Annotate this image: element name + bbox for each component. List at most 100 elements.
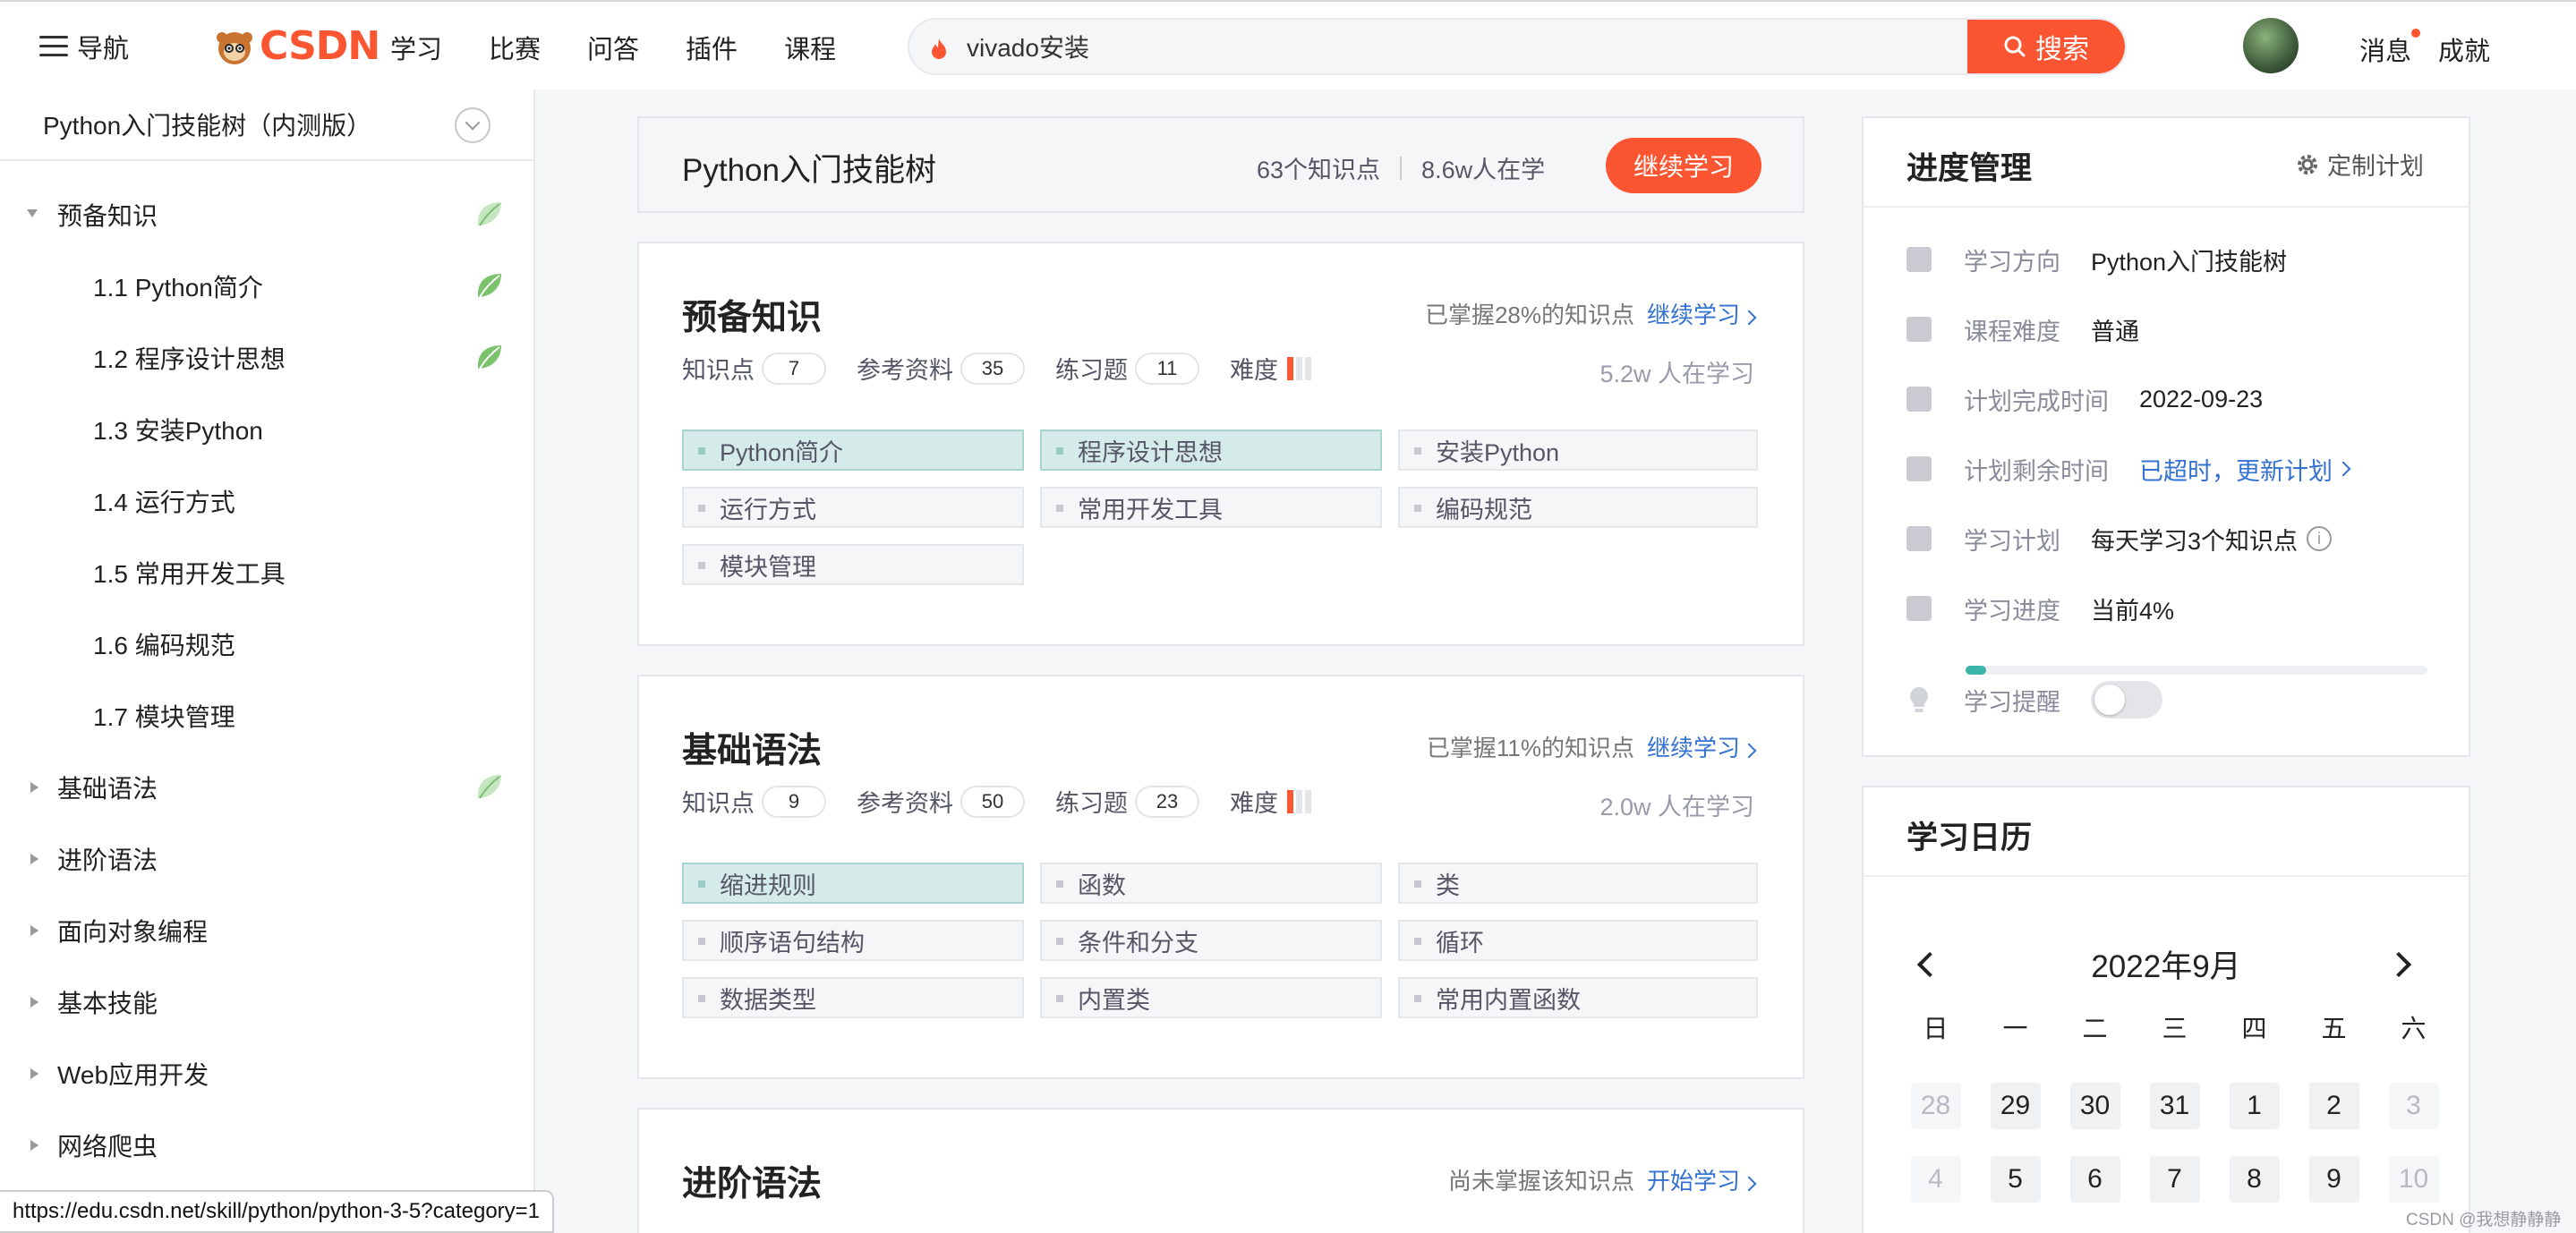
calendar-day[interactable]: 9 <box>2308 1156 2359 1203</box>
knowledge-tag[interactable]: 模块管理 <box>682 544 1024 585</box>
continue-learning-button[interactable]: 继续学习 <box>1606 138 1761 193</box>
collapse-toggle-icon[interactable] <box>455 107 490 143</box>
knowledge-tag[interactable]: 安装Python <box>1398 429 1758 471</box>
update-plan-link[interactable]: 已超时，更新计划 <box>2139 452 2333 487</box>
expand-arrow-icon[interactable] <box>30 782 38 793</box>
expand-arrow-icon[interactable] <box>30 1140 38 1151</box>
knowledge-tag[interactable]: 顺序语句结构 <box>682 920 1024 961</box>
knowledge-tag[interactable]: 缩进规则 <box>682 863 1024 904</box>
expand-arrow-icon[interactable] <box>30 1068 38 1079</box>
tree-item-crawler[interactable]: 网络爬虫 <box>0 1118 533 1172</box>
knowledge-tag[interactable]: 函数 <box>1040 863 1382 904</box>
tree-item-1-6[interactable]: 1.6 编码规范 <box>0 617 533 671</box>
calendar-day[interactable]: 30 <box>2069 1083 2120 1129</box>
row-value: 当前4% <box>2091 597 2175 625</box>
hamburger-icon <box>39 36 68 57</box>
expand-arrow-icon[interactable] <box>27 209 38 217</box>
tree-item-1-4[interactable]: 1.4 运行方式 <box>0 474 533 528</box>
nav-menu-button[interactable]: 导航 <box>39 29 129 64</box>
knowledge-tag[interactable]: 循环 <box>1398 920 1758 961</box>
tree-item-label: 1.5 常用开发工具 <box>93 560 286 588</box>
section-card: 进阶语法 尚未掌握该知识点 开始学习 <box>637 1108 1804 1233</box>
section-action-link[interactable]: 继续学习 <box>1647 735 1740 761</box>
tree-item-1-2[interactable]: 1.2 程序设计思想 <box>0 331 533 385</box>
tree-item-advanced-syntax[interactable]: 进阶语法 <box>0 832 533 886</box>
progress-panel: 进度管理 定制计划 学习方向 Python入门技能树 课程难度 普通 计划完成时… <box>1862 116 2470 757</box>
chevron-right-icon <box>2335 461 2351 477</box>
chevron-right-icon <box>1741 743 1757 759</box>
search-icon <box>2004 36 2026 57</box>
expand-arrow-icon[interactable] <box>30 854 38 864</box>
user-avatar[interactable] <box>2243 18 2299 73</box>
tree-item-prep[interactable]: 预备知识 <box>0 188 533 242</box>
knowledge-tag[interactable]: 常用内置函数 <box>1398 977 1758 1018</box>
tree-item-web-dev[interactable]: Web应用开发 <box>0 1047 533 1101</box>
knowledge-tag[interactable]: 类 <box>1398 863 1758 904</box>
csdn-logo[interactable]: CSDN <box>213 23 380 69</box>
calendar-day[interactable]: 8 <box>2229 1156 2280 1203</box>
info-icon[interactable]: i <box>2307 526 2333 551</box>
progress-bar <box>1966 666 2427 675</box>
weekday-label: 四 <box>2241 1015 2267 1042</box>
knowledge-tag[interactable]: Python简介 <box>682 429 1024 471</box>
points-count: 7 <box>762 352 826 385</box>
tree-item-oop[interactable]: 面向对象编程 <box>0 904 533 957</box>
progress-row-direction: 学习方向 Python入门技能树 <box>1906 240 2287 279</box>
status-bar-url: https://edu.csdn.net/skill/python/python… <box>0 1190 555 1233</box>
calendar-day[interactable]: 1 <box>2229 1083 2280 1129</box>
achievements-link[interactable]: 成就 <box>2438 30 2490 68</box>
lightbulb-icon <box>1910 687 1928 712</box>
skill-tree-header: Python入门技能树（内测版） <box>0 89 533 161</box>
knowledge-tag[interactable]: 常用开发工具 <box>1040 487 1382 528</box>
search-button[interactable]: 搜索 <box>1967 20 2125 73</box>
calendar-days: 28 29 30 31 1 2 3 4 5 6 7 8 9 10 <box>1896 1083 2453 1203</box>
section-action-link[interactable]: 继续学习 <box>1647 302 1740 328</box>
hero-title: Python入门技能树 <box>682 153 936 188</box>
tree-item-1-7[interactable]: 1.7 模块管理 <box>0 689 533 743</box>
direction-icon <box>1906 247 1932 272</box>
weekday-label: 五 <box>2321 1015 2347 1042</box>
expand-arrow-icon[interactable] <box>30 925 38 936</box>
nav-menu-label: 导航 <box>77 35 130 64</box>
messages-link[interactable]: 消息 <box>2359 30 2411 68</box>
tree-item-1-1[interactable]: 1.1 Python简介 <box>0 259 533 313</box>
knowledge-tag[interactable]: 内置类 <box>1040 977 1382 1018</box>
nav-link-course[interactable]: 课程 <box>784 29 836 66</box>
row-value: Python入门技能树 <box>2091 248 2288 276</box>
search-button-label: 搜索 <box>2035 35 2089 64</box>
reminder-toggle[interactable] <box>2091 681 2162 719</box>
search-input[interactable] <box>967 20 1951 73</box>
calendar-day: 4 <box>1910 1156 1961 1203</box>
nav-link-plugin[interactable]: 插件 <box>686 29 738 66</box>
calendar-day[interactable]: 7 <box>2149 1156 2200 1203</box>
tree-item-1-3[interactable]: 1.3 安装Python <box>0 403 533 456</box>
tree-item-basic-syntax[interactable]: 基础语法 <box>0 761 533 814</box>
tree-item-label: 基本技能 <box>57 990 158 1017</box>
leaf-icon <box>478 775 501 799</box>
tree-item-1-5[interactable]: 1.5 常用开发工具 <box>0 546 533 599</box>
chevron-right-icon <box>1741 310 1757 326</box>
calendar-day[interactable]: 31 <box>2149 1083 2200 1129</box>
knowledge-tag[interactable]: 程序设计思想 <box>1040 429 1382 471</box>
knowledge-tag[interactable]: 数据类型 <box>682 977 1024 1018</box>
nav-link-qa[interactable]: 问答 <box>587 29 639 66</box>
expand-arrow-icon[interactable] <box>30 997 38 1008</box>
section-card: 预备知识 已掌握28%的知识点 继续学习 知识点 7 参考资料 35 练习题 11 难度… <box>637 242 1804 646</box>
knowledge-tag[interactable]: 运行方式 <box>682 487 1024 528</box>
knowledge-tag[interactable]: 条件和分支 <box>1040 920 1382 961</box>
knowledge-tag[interactable]: 编码规范 <box>1398 487 1758 528</box>
tree-item-basic-skills[interactable]: 基本技能 <box>0 975 533 1029</box>
calendar-day[interactable]: 29 <box>1990 1083 2041 1129</box>
nav-link-learn[interactable]: 学习 <box>390 29 442 66</box>
calendar-day[interactable]: 5 <box>1990 1156 2041 1203</box>
exercises-count: 11 <box>1135 352 1199 385</box>
search-bar: 搜索 <box>908 18 2127 75</box>
section-title: 基础语法 <box>682 732 823 770</box>
calendar-day[interactable]: 2 <box>2308 1083 2359 1129</box>
progress-row-deadline: 计划完成时间 2022-09-23 <box>1906 379 2263 419</box>
custom-plan-link[interactable]: 定制计划 <box>2295 147 2424 182</box>
watermark: CSDN @我想静静静 <box>2406 1211 2562 1229</box>
nav-link-contest[interactable]: 比赛 <box>489 29 541 66</box>
calendar-day[interactable]: 6 <box>2069 1156 2120 1203</box>
section-action-link[interactable]: 开始学习 <box>1647 1168 1740 1195</box>
